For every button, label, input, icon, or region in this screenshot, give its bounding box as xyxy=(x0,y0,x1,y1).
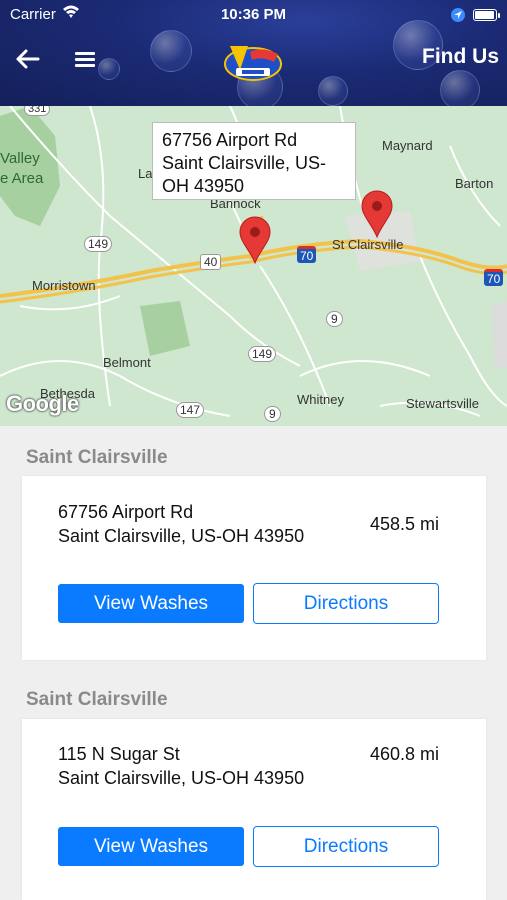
map-place-label: e Area xyxy=(0,170,44,187)
map-place-label: St Clairsville xyxy=(332,237,404,252)
status-bar: Carrier 10:36 PM xyxy=(0,4,507,24)
bubble-decoration xyxy=(150,30,192,72)
location-card: 67756 Airport Rd Saint Clairsville, US-O… xyxy=(22,476,486,660)
address-line1: 67756 Airport Rd xyxy=(58,502,194,522)
callout-line: Saint Clairsville, US- xyxy=(162,153,327,173)
location-card: 115 N Sugar St Saint Clairsville, US-OH … xyxy=(22,719,486,900)
back-arrow-icon xyxy=(16,49,40,69)
interstate-shield: 70 xyxy=(297,246,317,263)
distance: 460.8 mi xyxy=(370,744,440,764)
map-place-label: Maynard xyxy=(382,138,433,153)
route-shield: 147 xyxy=(176,402,205,418)
map-place-label: Morristown xyxy=(32,278,96,293)
battery-icon xyxy=(473,9,500,21)
route-shield: 9 xyxy=(326,311,343,327)
location-services-icon xyxy=(451,8,465,22)
map-pin-icon[interactable] xyxy=(360,190,394,238)
view-washes-button[interactable]: View Washes xyxy=(58,827,244,866)
map-place-label: Whitney xyxy=(297,392,344,407)
address-line2: Saint Clairsville, US-OH 43950 xyxy=(58,526,305,546)
google-logo: Google xyxy=(6,391,79,416)
bubble-decoration xyxy=(440,70,480,106)
distance: 458.5 mi xyxy=(370,514,440,534)
menu-button[interactable] xyxy=(72,47,98,71)
address: 115 N Sugar St Saint Clairsville, US-OH … xyxy=(58,742,304,790)
bubble-decoration xyxy=(98,58,120,80)
section-title: Saint Clairsville xyxy=(26,689,168,710)
route-shield: 149 xyxy=(84,236,113,252)
section-title: Saint Clairsville xyxy=(26,447,168,468)
directions-button[interactable]: Directions xyxy=(253,826,439,867)
callout-line: 67756 Airport Rd xyxy=(162,130,298,150)
address-line2: Saint Clairsville, US-OH 43950 xyxy=(58,768,305,788)
app-header: Carrier 10:36 PM Find Us xyxy=(0,0,507,106)
bubble-decoration xyxy=(318,76,348,106)
map-place-label: Valley xyxy=(0,150,40,167)
route-shield: 40 xyxy=(200,254,222,270)
callout-line: OH 43950 xyxy=(162,176,245,196)
map-place-label: Barton xyxy=(455,176,494,191)
directions-button[interactable]: Directions xyxy=(253,583,439,624)
back-button[interactable] xyxy=(14,46,42,72)
view-washes-button[interactable]: View Washes xyxy=(58,584,244,623)
map-place-label: La xyxy=(138,166,153,181)
map-pin-icon[interactable] xyxy=(238,216,272,264)
interstate-shield: 70 xyxy=(484,269,504,286)
address-line1: 115 N Sugar St xyxy=(58,744,180,764)
map-place-label: Belmont xyxy=(103,355,151,370)
map-place-label: Stewartsville xyxy=(406,396,479,411)
address: 67756 Airport Rd Saint Clairsville, US-O… xyxy=(58,500,304,548)
route-shield: 331 xyxy=(24,106,51,116)
status-time: 10:36 PM xyxy=(220,6,287,23)
map-info-callout[interactable]: 67756 Airport Rd Saint Clairsville, US- … xyxy=(152,122,356,200)
page-title: Find Us xyxy=(422,45,499,68)
map-view[interactable]: 331 149 40 70 70 9 149 147 9 Valley e Ar… xyxy=(0,106,507,426)
valley-car-wash-logo xyxy=(222,40,284,84)
route-shield: 9 xyxy=(264,406,281,422)
hamburger-menu-icon xyxy=(75,52,95,67)
route-shield: 149 xyxy=(248,346,277,362)
